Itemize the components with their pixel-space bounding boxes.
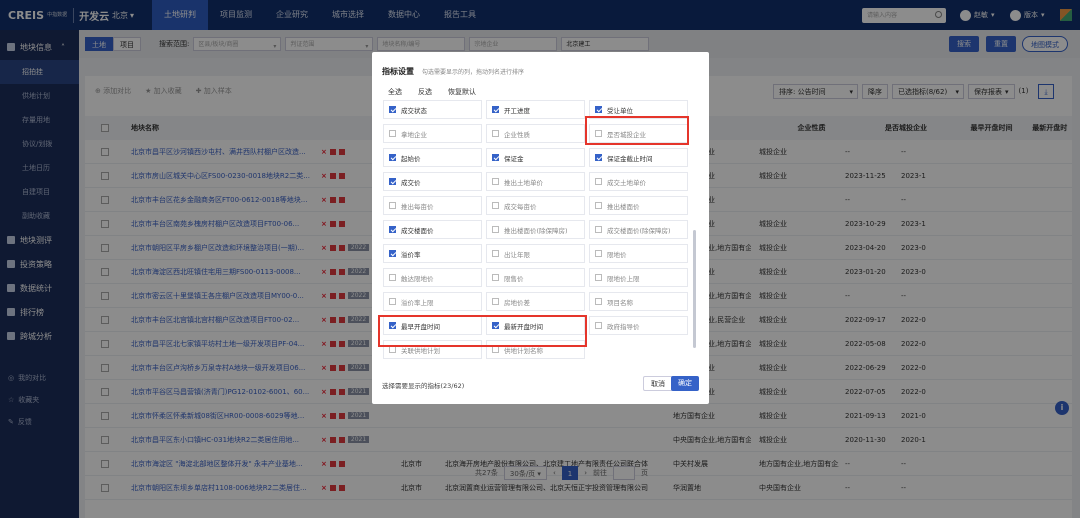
metric-checkbox[interactable]: [595, 274, 602, 281]
metric-option[interactable]: 推出每亩价: [383, 196, 482, 215]
metric-checkbox[interactable]: [492, 250, 499, 257]
metric-option[interactable]: 保证金: [486, 148, 585, 167]
metric-option[interactable]: 保证金截止时间: [589, 148, 688, 167]
restore-default-link[interactable]: 恢复默认: [448, 87, 476, 97]
metric-label: 保证金截止时间: [607, 154, 653, 163]
metric-checkbox[interactable]: [595, 106, 602, 113]
metric-option[interactable]: 起始价: [383, 148, 482, 167]
metric-label: 推出土地单价: [504, 178, 543, 187]
metric-option[interactable]: 限地价: [589, 244, 688, 263]
metric-option[interactable]: 政府指导价: [589, 316, 688, 335]
metric-option[interactable]: 限地价上限: [589, 268, 688, 287]
metric-label: 溢价率: [401, 250, 421, 259]
metric-checkbox[interactable]: [595, 322, 602, 329]
metric-option[interactable]: 成交楼面价: [383, 220, 482, 239]
metric-option[interactable]: 拿地企业: [383, 124, 482, 143]
metric-label: 推出每亩价: [401, 202, 434, 211]
metric-label: 限地价上限: [607, 274, 640, 283]
metric-label: 项目名称: [607, 298, 633, 307]
metric-option[interactable]: 限售价: [486, 268, 585, 287]
metric-label: 拿地企业: [401, 130, 427, 139]
metric-label: 推出楼面价: [607, 202, 640, 211]
selection-count: 选择需要显示的指标(23/62): [382, 382, 465, 390]
metric-checkbox[interactable]: [389, 130, 396, 137]
metric-checkbox[interactable]: [492, 274, 499, 281]
metric-checkbox[interactable]: [595, 154, 602, 161]
dialog-title: 指标设置: [382, 67, 414, 76]
metric-checkbox[interactable]: [389, 250, 396, 257]
dialog-scrollbar[interactable]: [693, 230, 696, 348]
metric-checkbox[interactable]: [389, 346, 396, 353]
metric-checkbox[interactable]: [389, 106, 396, 113]
metric-option[interactable]: 企业性质: [486, 124, 585, 143]
metric-option[interactable]: 成交价: [383, 172, 482, 191]
metric-label: 溢价率上限: [401, 298, 434, 307]
invert-selection-link[interactable]: 反选: [418, 87, 432, 97]
metric-option[interactable]: 推出楼面价(除保障房): [486, 220, 585, 239]
metric-checkbox[interactable]: [492, 178, 499, 185]
dialog-tip: 勾选需要显示的列，拖动列名进行排序: [422, 69, 525, 76]
metric-label: 政府指导价: [607, 322, 640, 331]
metric-label: 成交土地单价: [607, 178, 646, 187]
metric-option[interactable]: 成交每亩价: [486, 196, 585, 215]
metric-option[interactable]: 房地价差: [486, 292, 585, 311]
metric-label: 受让单位: [607, 106, 633, 115]
metric-label: 成交每亩价: [504, 202, 537, 211]
metric-option[interactable]: 项目名称: [589, 292, 688, 311]
metric-label: 限售价: [504, 274, 524, 283]
metric-settings-dialog: 指标设置 勾选需要显示的列，拖动列名进行排序 全选 反选 恢复默认 成交状态 开工…: [372, 52, 709, 404]
metric-checkbox[interactable]: [492, 298, 499, 305]
dialog-actions: 全选 反选 恢复默认: [388, 87, 476, 97]
metric-checkbox[interactable]: [389, 178, 396, 185]
metric-label: 成交价: [401, 178, 421, 187]
metric-option[interactable]: 成交状态: [383, 100, 482, 119]
metric-checkbox[interactable]: [389, 154, 396, 161]
confirm-button[interactable]: 确定: [671, 376, 699, 391]
highlight-box-open-time: [378, 315, 587, 347]
metric-label: 保证金: [504, 154, 524, 163]
metric-option[interactable]: 推出土地单价: [486, 172, 585, 191]
metric-checkbox[interactable]: [492, 202, 499, 209]
metric-option[interactable]: 出让年限: [486, 244, 585, 263]
metric-option[interactable]: 触达限地价: [383, 268, 482, 287]
metric-checkbox[interactable]: [492, 154, 499, 161]
metric-option[interactable]: 开工进度: [486, 100, 585, 119]
metric-checkbox[interactable]: [389, 274, 396, 281]
metric-checkbox[interactable]: [389, 226, 396, 233]
metric-checkbox[interactable]: [595, 226, 602, 233]
metric-checkbox[interactable]: [595, 250, 602, 257]
metric-checkbox[interactable]: [389, 202, 396, 209]
highlight-box-lgfv: [585, 116, 689, 145]
metric-label: 企业性质: [504, 130, 530, 139]
metric-option[interactable]: 成交土地单价: [589, 172, 688, 191]
metric-label: 出让年限: [504, 250, 530, 259]
metric-label: 成交状态: [401, 106, 427, 115]
metric-option[interactable]: 溢价率: [383, 244, 482, 263]
metric-checkbox[interactable]: [595, 298, 602, 305]
select-all-link[interactable]: 全选: [388, 87, 402, 97]
metric-checkbox[interactable]: [492, 226, 499, 233]
metric-option[interactable]: 成交楼面价(除保障房): [589, 220, 688, 239]
metric-label: 开工进度: [504, 106, 530, 115]
metric-label: 起始价: [401, 154, 421, 163]
metric-checkbox[interactable]: [492, 346, 499, 353]
cancel-button[interactable]: 取消: [643, 376, 673, 391]
metric-checkbox[interactable]: [492, 130, 499, 137]
metric-label: 限地价: [607, 250, 627, 259]
metric-option[interactable]: 推出楼面价: [589, 196, 688, 215]
metric-checkbox[interactable]: [389, 298, 396, 305]
metric-label: 触达限地价: [401, 274, 434, 283]
metric-label: 成交楼面价(除保障房): [607, 226, 671, 235]
metric-label: 房地价差: [504, 298, 530, 307]
metric-label: 成交楼面价: [401, 226, 434, 235]
metric-checkbox[interactable]: [595, 202, 602, 209]
metric-checkbox[interactable]: [492, 106, 499, 113]
metric-label: 推出楼面价(除保障房): [504, 226, 568, 235]
metric-option[interactable]: 溢价率上限: [383, 292, 482, 311]
metric-checkbox[interactable]: [595, 178, 602, 185]
